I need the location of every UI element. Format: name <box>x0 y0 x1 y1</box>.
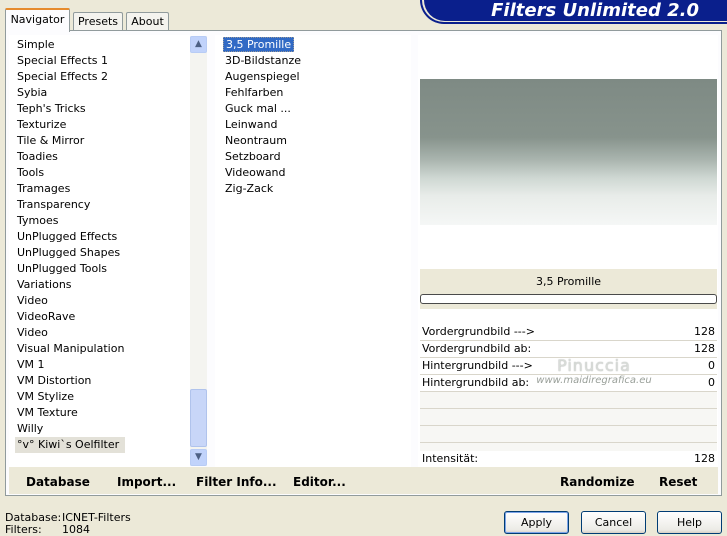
category-item[interactable]: Tools <box>9 165 190 181</box>
filter-item[interactable]: Augenspiegel <box>215 69 411 85</box>
filter-item[interactable]: Zig-Zack <box>215 181 411 197</box>
intensity-value: 128 <box>694 452 715 465</box>
slider-label: Vordergrundbild ---> <box>422 325 535 338</box>
filter-item-label: Setzboard <box>225 150 281 163</box>
filter-item[interactable]: 3,5 Promille <box>215 37 411 53</box>
category-item[interactable]: Sybia <box>9 85 190 101</box>
slider-label: Hintergrundbild ab: <box>422 376 530 389</box>
filter-item-label: 3,5 Promille <box>223 37 295 52</box>
category-item[interactable]: Texturize <box>9 117 190 133</box>
selected-filter-name: 3,5 Promille <box>420 269 717 294</box>
filter-item-label: Zig-Zack <box>225 182 274 195</box>
intensity-slider[interactable]: Intensität: 128 <box>420 451 717 467</box>
category-item[interactable]: °v° Kiwi`s Oelfilter <box>15 437 126 453</box>
filter-item[interactable]: Videowand <box>215 165 411 181</box>
category-item[interactable]: Willy <box>9 421 190 437</box>
category-item[interactable]: Video <box>9 325 190 341</box>
category-item[interactable]: VideoRave <box>9 309 190 325</box>
empty-slider-row <box>420 409 717 426</box>
tab-about[interactable]: About <box>126 12 169 30</box>
filter-item[interactable]: Guck mal ... <box>215 101 411 117</box>
randomize-button[interactable]: Randomize <box>560 474 634 490</box>
filter-item-label: Videowand <box>225 166 286 179</box>
slider-row[interactable]: Hintergrundbild ---> 0 <box>420 358 717 375</box>
slider-label: Vordergrundbild ab: <box>422 342 532 355</box>
scroll-down-button[interactable]: ▼ <box>190 449 207 466</box>
filter-item[interactable]: Fehlfarben <box>215 85 411 101</box>
filter-item-label: Fehlfarben <box>225 86 284 99</box>
tab-navigator[interactable]: Navigator <box>5 8 70 32</box>
slider-value: 128 <box>694 325 715 338</box>
slider-value: 0 <box>708 359 715 372</box>
apply-button[interactable]: Apply <box>504 511 569 534</box>
filter-item-label: Augenspiegel <box>225 70 300 83</box>
slider-row[interactable]: Hintergrundbild ab: 0 <box>420 375 717 392</box>
category-item[interactable]: VM Stylize <box>9 389 190 405</box>
category-item[interactable]: Tramages <box>9 181 190 197</box>
preview-image <box>420 79 717 225</box>
slider-value: 0 <box>708 376 715 389</box>
category-item[interactable]: VM Distortion <box>9 373 190 389</box>
category-item[interactable]: VM 1 <box>9 357 190 373</box>
reset-button[interactable]: Reset <box>659 474 697 490</box>
category-item[interactable]: Transparency <box>9 197 190 213</box>
tab-presets[interactable]: Presets <box>73 12 123 30</box>
empty-slider-row <box>420 426 717 443</box>
category-item[interactable]: Tymoes <box>9 213 190 229</box>
category-item[interactable]: Visual Manipulation <box>9 341 190 357</box>
filter-list[interactable]: 3,5 Promille 3D-Bildstanze Augenspiegel Feh… <box>215 35 411 469</box>
category-item[interactable]: Special Effects 2 <box>9 69 190 85</box>
parameter-sliders: Vordergrundbild ---> 128 Vordergrundbild… <box>420 324 717 460</box>
scroll-up-button[interactable]: ▲ <box>190 36 207 53</box>
empty-slider-row <box>420 392 717 409</box>
category-item[interactable]: Toadies <box>9 149 190 165</box>
database-info: Database:ICNET-Filters Filters: 1084 <box>5 512 131 536</box>
filter-item-label: Guck mal ... <box>225 102 291 115</box>
category-item[interactable]: UnPlugged Effects <box>9 229 190 245</box>
cancel-button[interactable]: Cancel <box>581 511 646 534</box>
slider-value: 128 <box>694 342 715 355</box>
category-item[interactable]: Video <box>9 293 190 309</box>
category-scrollbar[interactable]: ▲ ▼ <box>190 36 207 466</box>
filter-item-label: Neontraum <box>225 134 287 147</box>
slider-row[interactable]: Vordergrundbild ---> 128 <box>420 324 717 341</box>
app-title-logo: Filters Unlimited 2.0 <box>424 0 727 21</box>
slider-label: Hintergrundbild ---> <box>422 359 533 372</box>
help-button[interactable]: Help <box>657 511 722 534</box>
editor-button[interactable]: Editor... <box>293 474 346 490</box>
slider-row[interactable]: Vordergrundbild ab: 128 <box>420 341 717 358</box>
category-item[interactable]: UnPlugged Tools <box>9 261 190 277</box>
progress-bar-area <box>420 294 717 309</box>
scroll-thumb[interactable] <box>190 389 207 447</box>
filter-item-label: Leinwand <box>225 118 278 131</box>
filter-item-label: 3D-Bildstanze <box>225 54 301 67</box>
filters-count-label: Filters: <box>5 523 42 536</box>
filters-count-value: 1084 <box>62 523 90 536</box>
filter-item[interactable]: Leinwand <box>215 117 411 133</box>
intensity-label: Intensität: <box>422 452 479 465</box>
progress-bar <box>420 294 717 304</box>
category-item[interactable]: Teph's Tricks <box>9 101 190 117</box>
category-item[interactable]: Variations <box>9 277 190 293</box>
category-item[interactable]: Tile & Mirror <box>9 133 190 149</box>
category-list[interactable]: Simple Special Effects 1 Special Effects 2… <box>9 35 190 469</box>
import-button[interactable]: Import... <box>117 474 176 490</box>
category-item[interactable]: Simple <box>9 37 190 53</box>
category-item[interactable]: Special Effects 1 <box>9 53 190 69</box>
category-item[interactable]: VM Texture <box>9 405 190 421</box>
category-item[interactable]: UnPlugged Shapes <box>9 245 190 261</box>
filter-item[interactable]: Neontraum <box>215 133 411 149</box>
filter-item[interactable]: 3D-Bildstanze <box>215 53 411 69</box>
database-button[interactable]: Database <box>26 474 90 490</box>
filter-item[interactable]: Setzboard <box>215 149 411 165</box>
filter-info-button[interactable]: Filter Info... <box>196 474 277 490</box>
